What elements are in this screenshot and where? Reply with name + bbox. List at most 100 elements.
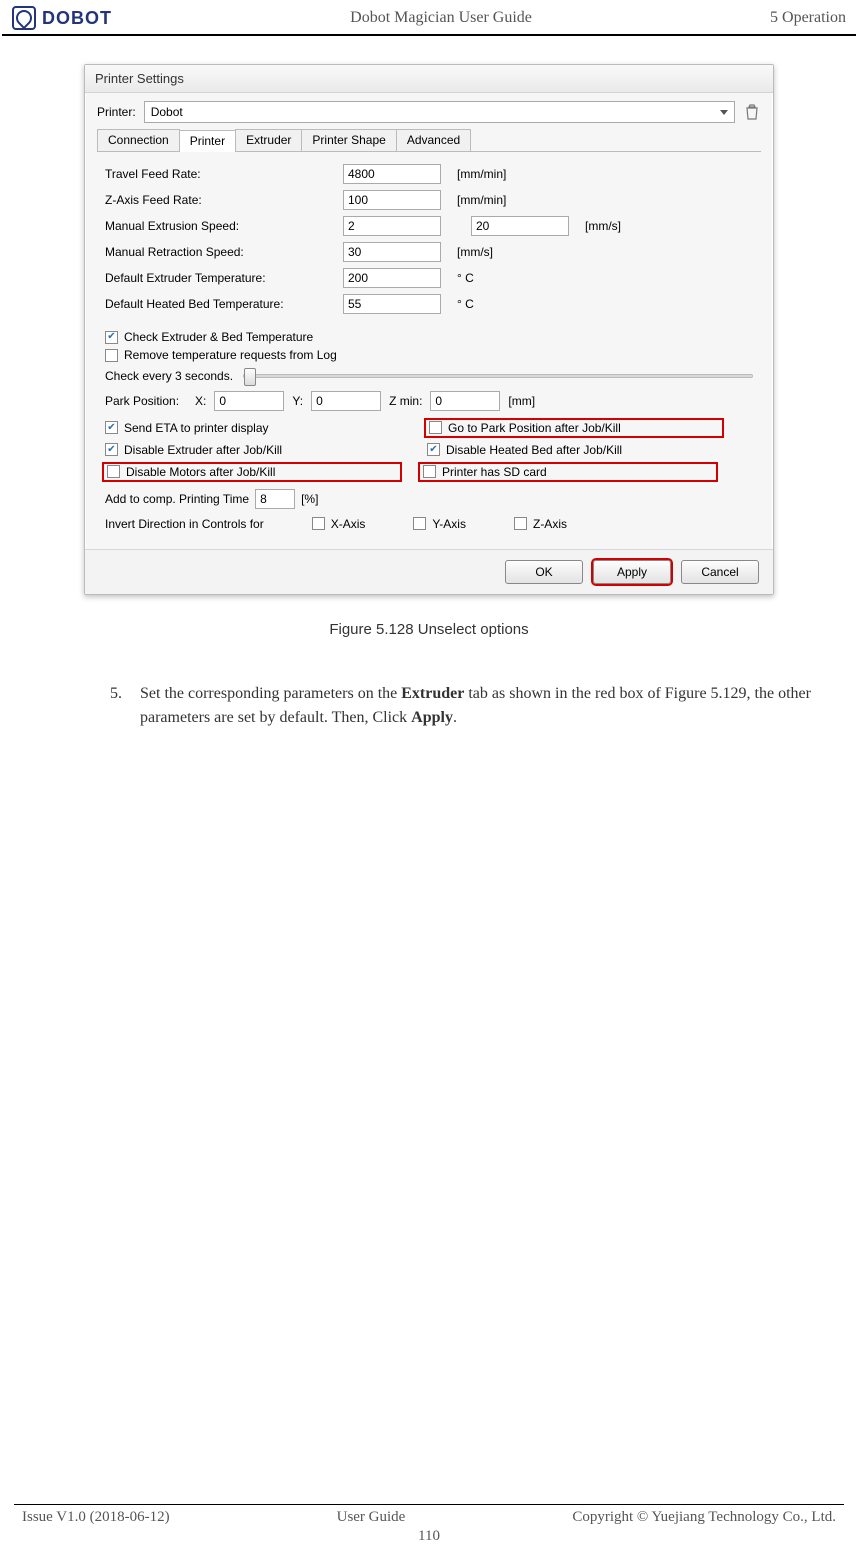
add-comp-label: Add to comp. Printing Time [105,492,249,506]
figure-caption: Figure 5.128 Unselect options [84,621,774,638]
checkbox-icon [423,465,436,478]
add-comp-unit: [%] [301,492,318,506]
check-extruder-bed-temp[interactable]: Check Extruder & Bed Temperature [105,330,313,344]
park-position-row: Park Position: X: 0 Y: 0 Z min: 0 [mm] [105,391,753,411]
check-label: Disable Motors after Job/Kill [126,465,275,479]
check-interval-slider[interactable] [243,374,753,378]
label-travel-feed: Travel Feed Rate: [105,167,337,181]
park-y-input[interactable]: 0 [311,391,381,411]
input-man-ext-1[interactable]: 2 [343,216,441,236]
check-send-eta[interactable]: Send ETA to printer display [105,419,405,437]
check-every-label: Check every 3 seconds. [105,369,233,383]
unit-def-bed-temp: ° C [457,297,474,311]
apply-button[interactable]: Apply [593,560,671,584]
checkbox-icon [429,421,442,434]
check-invert-z[interactable]: Z-Axis [514,517,567,531]
dobot-logo-icon [12,6,36,30]
slider-thumb-icon[interactable] [244,368,256,386]
checkbox-icon [413,517,426,530]
label-def-ext-temp: Default Extruder Temperature: [105,271,337,285]
dialog-body: Printer: Dobot Connection Printer Extrud… [85,93,773,549]
add-comp-input[interactable]: 8 [255,489,295,509]
check-label: Send ETA to printer display [124,421,269,435]
check-invert-y[interactable]: Y-Axis [413,517,466,531]
row-def-ext-temp: Default Extruder Temperature: 200 ° C [105,268,753,288]
input-man-ext-2[interactable]: 20 [471,216,569,236]
text-fragment: . [453,709,457,726]
tab-extruder[interactable]: Extruder [235,129,302,151]
dialog-button-bar: OK Apply Cancel [85,549,773,594]
step-5-paragraph: 5. Set the corresponding parameters on t… [110,682,844,732]
cancel-button[interactable]: Cancel [681,560,759,584]
checkbox-icon [427,443,440,456]
footer-center: User Guide [337,1509,406,1526]
input-z-feed[interactable]: 100 [343,190,441,210]
page-number: 110 [12,1528,846,1545]
tab-connection[interactable]: Connection [97,129,180,151]
check-has-sd[interactable]: Printer has SD card [418,462,718,482]
footer-issue: Issue V1.0 (2018-06-12) [22,1509,170,1526]
check-disable-extruder[interactable]: Disable Extruder after Job/Kill [105,443,405,457]
logo-text: DOBOT [42,8,112,29]
footer-row: Issue V1.0 (2018-06-12) User Guide Copyr… [12,1509,846,1526]
park-unit: [mm] [508,394,535,408]
check-label: Go to Park Position after Job/Kill [448,421,621,435]
row-travel-feed: Travel Feed Rate: 4800 [mm/min] [105,164,753,184]
screenshot-figure: Printer Settings Printer: Dobot Connecti… [84,64,774,638]
unit-z-feed: [mm/min] [457,193,506,207]
checkbox-icon [107,465,120,478]
logo: DOBOT [12,6,112,30]
park-z-input[interactable]: 0 [430,391,500,411]
form-grid: Travel Feed Rate: 4800 [mm/min] Z-Axis F… [97,160,761,531]
tab-printer[interactable]: Printer [179,130,236,152]
invert-label: Invert Direction in Controls for [105,517,264,531]
axis-z-label: Z-Axis [533,517,567,531]
trash-icon[interactable] [743,103,761,121]
label-z-feed: Z-Axis Feed Rate: [105,193,337,207]
printer-label: Printer: [97,105,136,119]
check-remove-temp-log[interactable]: Remove temperature requests from Log [105,348,337,362]
checkbox-icon [312,517,325,530]
check-label: Check Extruder & Bed Temperature [124,330,313,344]
check-goto-park[interactable]: Go to Park Position after Job/Kill [424,418,724,438]
unit-man-ret: [mm/s] [457,245,493,259]
check-disable-motors[interactable]: Disable Motors after Job/Kill [102,462,402,482]
row-z-feed: Z-Axis Feed Rate: 100 [mm/min] [105,190,753,210]
park-zmin-label: Z min: [389,394,422,408]
section-label: 5 Operation [770,9,846,27]
footer-rule [14,1504,844,1505]
input-man-ret[interactable]: 30 [343,242,441,262]
text-fragment: Set the corresponding parameters on the [140,685,401,702]
check-label: Disable Heated Bed after Job/Kill [446,443,622,457]
dialog-title: Printer Settings [85,65,773,93]
tab-printer-shape[interactable]: Printer Shape [301,129,396,151]
check-disable-bed[interactable]: Disable Heated Bed after Job/Kill [427,443,727,457]
input-def-bed-temp[interactable]: 55 [343,294,441,314]
check-label: Printer has SD card [442,465,547,479]
list-number: 5. [110,682,130,732]
unit-travel-feed: [mm/min] [457,167,506,181]
park-x-label: X: [195,394,206,408]
unit-man-ext: [mm/s] [585,219,621,233]
check-label: Disable Extruder after Job/Kill [124,443,282,457]
printer-value: Dobot [151,105,183,119]
checkbox-icon [105,421,118,434]
row-def-bed-temp: Default Heated Bed Temperature: 55 ° C [105,294,753,314]
check-label: Remove temperature requests from Log [124,348,337,362]
footer-copyright: Copyright © Yuejiang Technology Co., Ltd… [572,1509,836,1526]
bold-apply: Apply [411,709,453,726]
label-def-bed-temp: Default Heated Bed Temperature: [105,297,337,311]
ok-button[interactable]: OK [505,560,583,584]
page-footer: Issue V1.0 (2018-06-12) User Guide Copyr… [0,1504,858,1545]
option-grid: Send ETA to printer display Go to Park P… [105,419,753,481]
input-travel-feed[interactable]: 4800 [343,164,441,184]
park-x-input[interactable]: 0 [214,391,284,411]
axis-y-label: Y-Axis [432,517,466,531]
printer-select[interactable]: Dobot [144,101,735,123]
page: DOBOT Dobot Magician User Guide 5 Operat… [0,0,858,1559]
input-def-ext-temp[interactable]: 200 [343,268,441,288]
park-label: Park Position: [105,394,179,408]
tab-advanced[interactable]: Advanced [396,129,471,151]
check-invert-x[interactable]: X-Axis [312,517,366,531]
check-every-row: Check every 3 seconds. [105,369,753,383]
